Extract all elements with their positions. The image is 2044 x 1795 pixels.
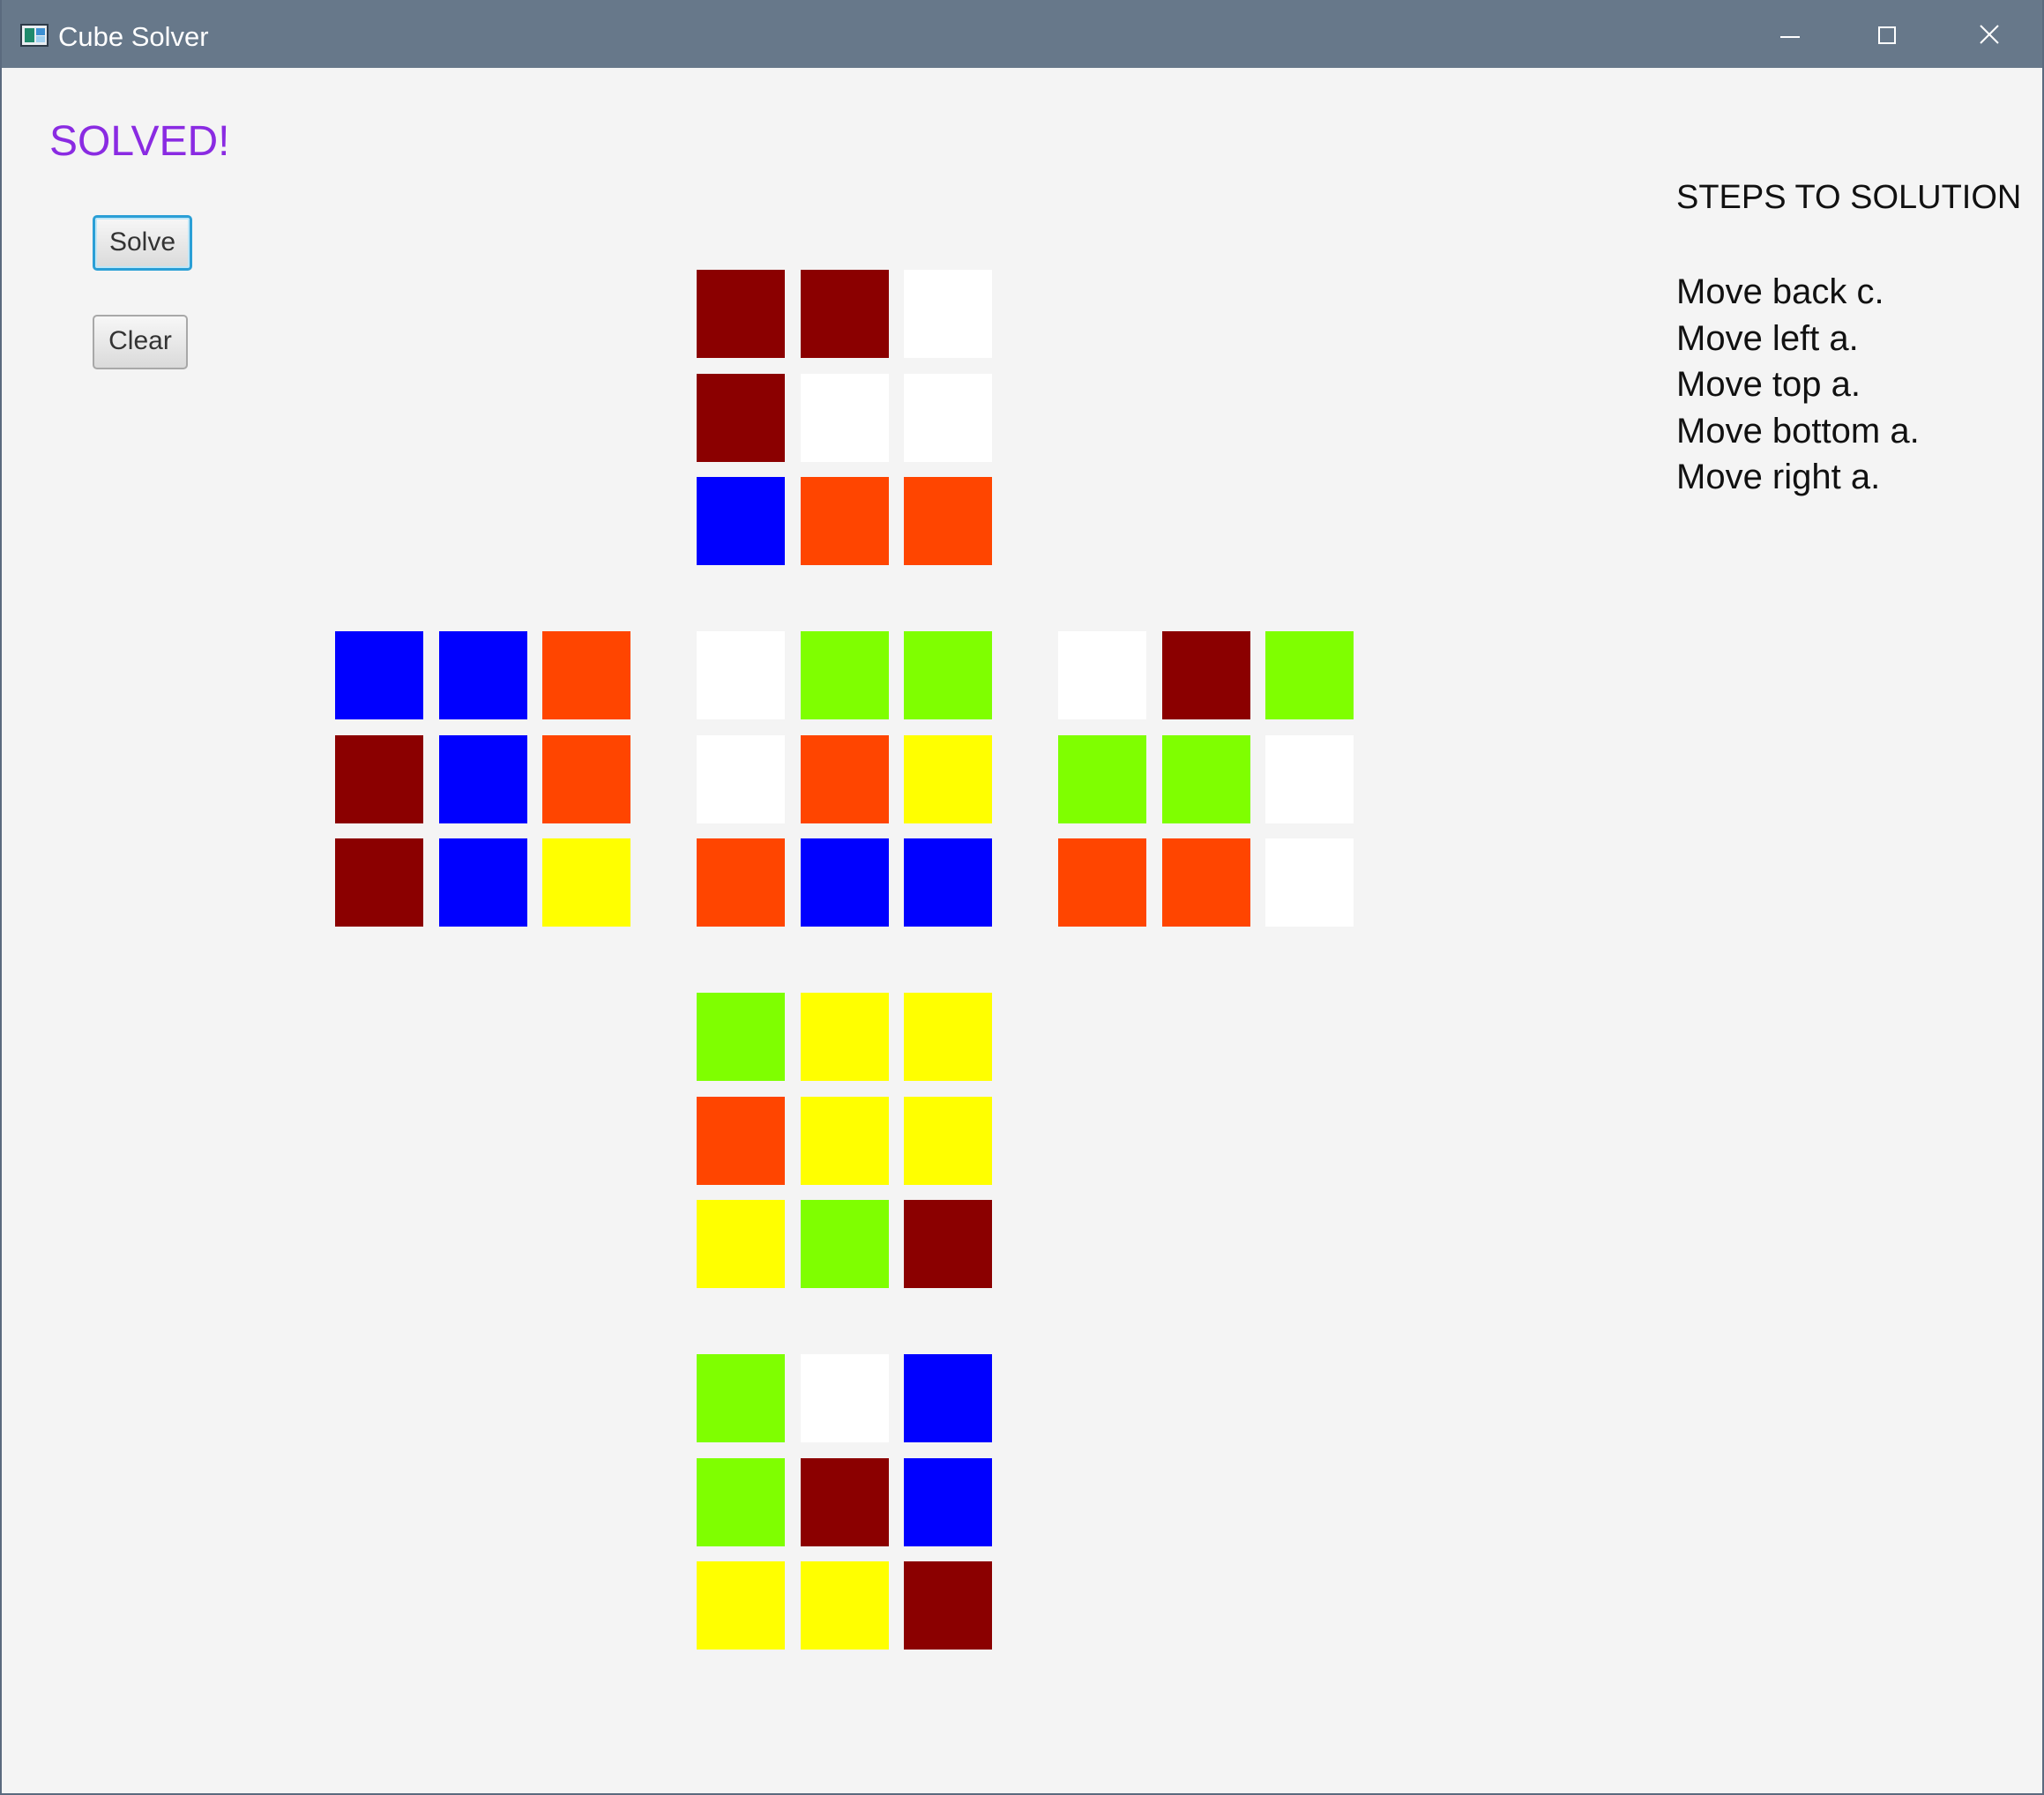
cube-cell[interactable] [697,1097,785,1185]
cube-cell[interactable] [697,631,785,719]
step-item: Move left a. [1676,318,1859,358]
steps-heading: STEPS TO SOLUTION [1676,179,2022,216]
cube-face-back [697,1354,992,1650]
cube-cell[interactable] [697,374,785,462]
cube-cell[interactable] [801,838,889,927]
cube-cell[interactable] [439,631,527,719]
cube-cell[interactable] [904,631,992,719]
cube-cell[interactable] [801,477,889,565]
cube-cell[interactable] [801,631,889,719]
title-bar[interactable]: Cube Solver [2,0,2042,68]
cube-cell[interactable] [697,735,785,823]
cube-cell[interactable] [439,735,527,823]
cube-cell[interactable] [335,735,423,823]
cube-cell[interactable] [697,477,785,565]
cube-cell[interactable] [1162,631,1250,719]
cube-cell[interactable] [801,374,889,462]
steps-list: Move back c. Move left a. Move top a. Mo… [1676,269,1920,501]
cube-face-front [697,631,992,927]
cube-cell[interactable] [904,838,992,927]
cube-cell[interactable] [904,1354,992,1442]
cube-cell[interactable] [904,993,992,1081]
app-window: Cube Solver SOLVED! Solve Clear STEPS TO… [0,0,2044,1795]
cube-cell[interactable] [904,1097,992,1185]
cube-cell[interactable] [801,993,889,1081]
cube-cell[interactable] [801,1458,889,1546]
cube-cell[interactable] [697,1200,785,1288]
cube-cell[interactable] [904,1458,992,1546]
cube-face-bottom [697,993,992,1288]
maximize-icon [1878,26,1896,44]
cube-cell[interactable] [904,735,992,823]
cube-cell[interactable] [335,631,423,719]
cube-face-right [1058,631,1354,927]
step-item: Move right a. [1676,458,1881,496]
cube-cell[interactable] [801,1561,889,1650]
solved-status-label: SOLVED! [49,118,230,165]
cube-cell[interactable] [335,838,423,927]
cube-cell[interactable] [1058,631,1146,719]
cube-cell[interactable] [801,1097,889,1185]
cube-cell[interactable] [904,270,992,358]
cube-cell[interactable] [904,1561,992,1650]
cube-cell[interactable] [542,735,630,823]
cube-cell[interactable] [904,1200,992,1288]
cube-cell[interactable] [1162,735,1250,823]
cube-cell[interactable] [1162,838,1250,927]
minimize-button[interactable] [1742,0,1839,68]
cube-cell[interactable] [439,838,527,927]
cube-cell[interactable] [801,270,889,358]
cube-cell[interactable] [697,1561,785,1650]
cube-cell[interactable] [1265,838,1354,927]
cube-cell[interactable] [801,1354,889,1442]
clear-button[interactable]: Clear [93,315,188,369]
cube-cell[interactable] [1058,735,1146,823]
cube-cell[interactable] [697,1354,785,1442]
cube-cell[interactable] [904,477,992,565]
cube-cell[interactable] [697,270,785,358]
cube-cell[interactable] [1265,735,1354,823]
cube-cell[interactable] [1265,631,1354,719]
solve-button[interactable]: Solve [93,215,192,271]
cube-cell[interactable] [542,838,630,927]
cube-face-top [697,270,992,565]
cube-cell[interactable] [801,1200,889,1288]
cube-cell[interactable] [542,631,630,719]
close-icon [1980,25,1999,44]
cube-cell[interactable] [904,374,992,462]
close-button[interactable] [1942,0,2039,68]
cube-cell[interactable] [1058,838,1146,927]
cube-cell[interactable] [801,735,889,823]
cube-face-left [335,631,630,927]
step-item: Move bottom a. [1676,411,1920,451]
window-title: Cube Solver [58,21,209,52]
step-item: Move top a. [1676,365,1861,404]
step-item: Move back c. [1676,272,1884,311]
cube-cell[interactable] [697,1458,785,1546]
app-window-icon [20,24,48,47]
cube-cell[interactable] [697,993,785,1081]
minimize-icon [1780,36,1800,38]
maximize-button[interactable] [1839,0,1936,68]
cube-cell[interactable] [697,838,785,927]
